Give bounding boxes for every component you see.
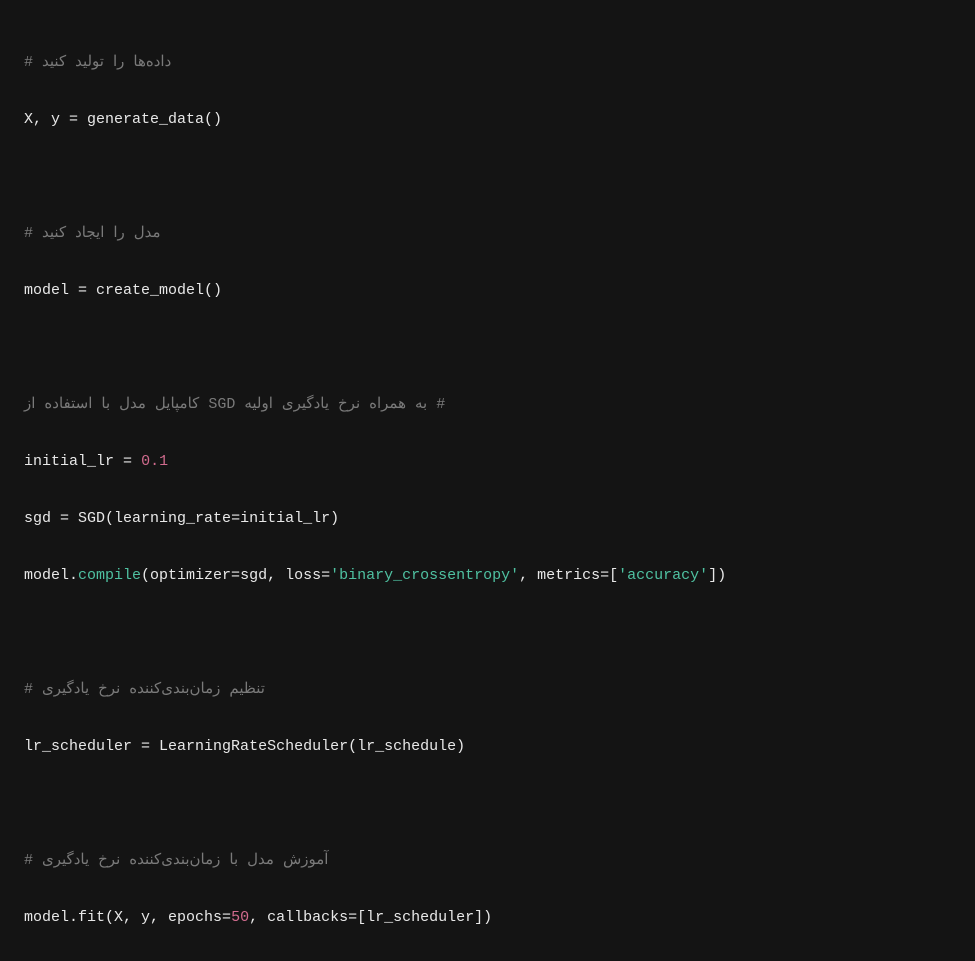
code-line: lr_scheduler = LearningRateScheduler(lr_… [24, 733, 951, 762]
blank-line [24, 790, 951, 819]
code-token: [ [609, 567, 618, 584]
code-line-comment: # داده‌ها را تولید کنید [24, 49, 951, 78]
code-token: , metrics [519, 567, 600, 584]
comment-hash: # [24, 225, 42, 242]
code-operator: = [222, 909, 231, 926]
code-token: (optimizer [141, 567, 231, 584]
code-token: SGD(learning_rate [69, 510, 231, 527]
code-line: model.compile(optimizer=sgd, loss='binar… [24, 562, 951, 591]
code-token: model.fit(X, y, epochs [24, 909, 222, 926]
code-line-comment: # تنظیم زمان‌بندی‌کننده نرخ یادگیری [24, 676, 951, 705]
code-token: [lr_scheduler]) [357, 909, 492, 926]
code-line-comment: # مدل را ایجاد کنید [24, 220, 951, 249]
comment-hash: # [24, 54, 42, 71]
blank-line [24, 163, 951, 192]
code-token: , callbacks [249, 909, 348, 926]
comment-hash: # [24, 852, 42, 869]
code-token [132, 453, 141, 470]
code-operator: = [69, 111, 78, 128]
code-token: LearningRateScheduler(lr_schedule) [150, 738, 465, 755]
code-token: model. [24, 567, 78, 584]
code-operator: = [600, 567, 609, 584]
code-token: model [24, 282, 78, 299]
code-operator: = [60, 510, 69, 527]
code-string: 'binary_crossentropy' [330, 567, 519, 584]
code-operator: = [141, 738, 150, 755]
code-operator: = [78, 282, 87, 299]
code-editor-content: # داده‌ها را تولید کنید X, y = generate_… [24, 20, 951, 961]
code-operator: = [231, 510, 240, 527]
code-line: sgd = SGD(learning_rate=initial_lr) [24, 505, 951, 534]
code-token: sgd, loss [240, 567, 321, 584]
code-token: sgd [24, 510, 60, 527]
code-token: X, y [24, 111, 69, 128]
code-line: model = create_model() [24, 277, 951, 306]
code-token: initial_lr [24, 453, 123, 470]
code-method: compile [78, 567, 141, 584]
code-operator: = [123, 453, 132, 470]
code-string: 'accuracy' [618, 567, 708, 584]
blank-line [24, 334, 951, 363]
code-number: 50 [231, 909, 249, 926]
code-operator: = [231, 567, 240, 584]
code-line: initial_lr = 0.1 [24, 448, 951, 477]
code-line-comment: به همراه نرخ یادگیری اولیه SGD کامپایل م… [24, 391, 951, 420]
code-token: ]) [708, 567, 726, 584]
code-token: initial_lr) [240, 510, 339, 527]
code-token: create_model() [87, 282, 222, 299]
comment-hash: # [24, 681, 42, 698]
code-line: X, y = generate_data() [24, 106, 951, 135]
code-number: 0.1 [141, 453, 168, 470]
comment-text: داده‌ها را تولید کنید [42, 54, 171, 71]
comment-hash: # [427, 396, 445, 413]
code-line-comment: # آموزش مدل با زمان‌بندی‌کننده نرخ یادگی… [24, 847, 951, 876]
comment-text: مدل را ایجاد کنید [42, 225, 161, 242]
code-token: lr_scheduler [24, 738, 141, 755]
code-line: model.fit(X, y, epochs=50, callbacks=[lr… [24, 904, 951, 933]
code-token: generate_data() [78, 111, 222, 128]
code-operator: = [321, 567, 330, 584]
comment-text: به همراه نرخ یادگیری اولیه SGD کامپایل م… [24, 396, 427, 413]
comment-text: تنظیم زمان‌بندی‌کننده نرخ یادگیری [42, 681, 265, 698]
comment-text: آموزش مدل با زمان‌بندی‌کننده نرخ یادگیری [42, 852, 328, 869]
code-operator: = [348, 909, 357, 926]
blank-line [24, 619, 951, 648]
